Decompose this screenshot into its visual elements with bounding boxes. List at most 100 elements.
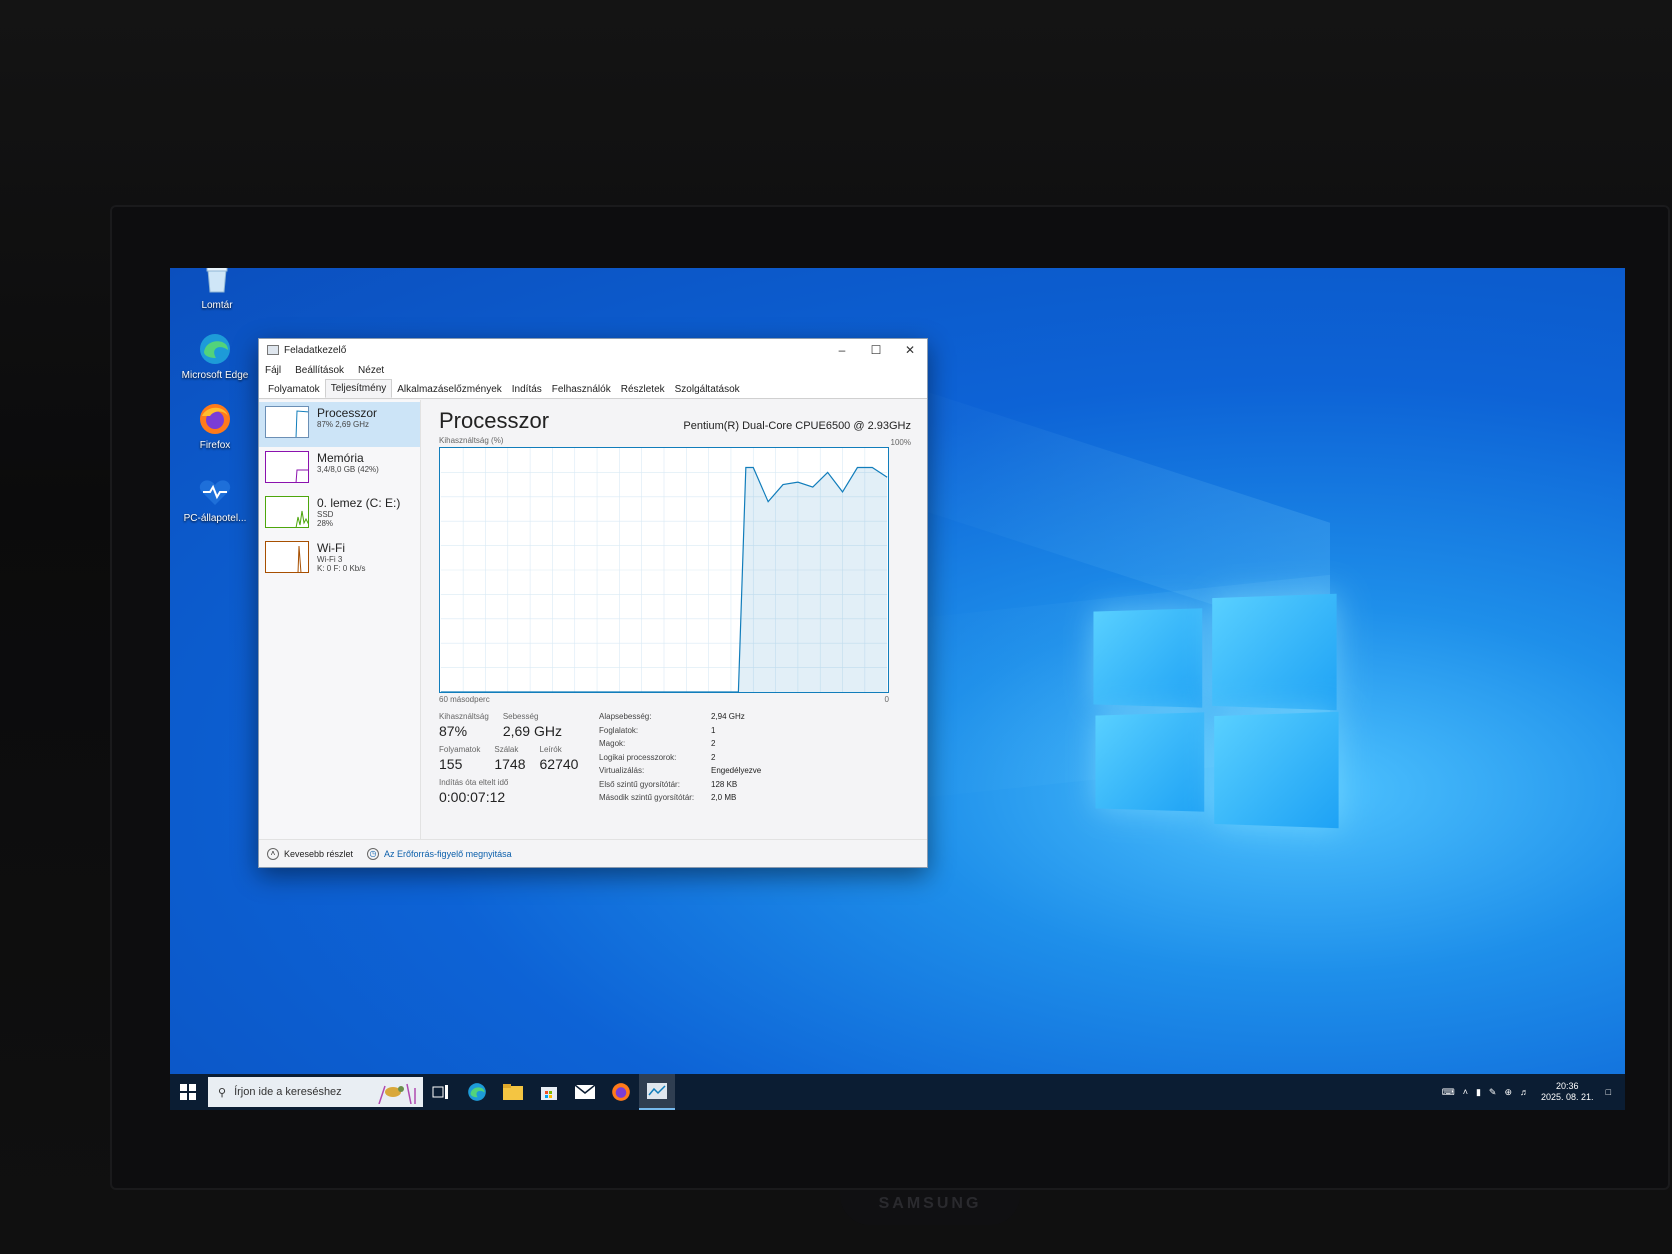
cpu-panel: Processzor Pentium(R) Dual-Core CPUE6500… bbox=[421, 400, 927, 839]
menu-options[interactable]: Beállítások bbox=[295, 365, 344, 376]
edge-icon bbox=[468, 1083, 486, 1101]
sidebar-item-wifi[interactable]: Wi-Fi Wi-Fi 3 K: 0 F: 0 Kb/s bbox=[259, 537, 420, 582]
tab-processes[interactable]: Folyamatok bbox=[263, 381, 325, 398]
performance-sidebar: Processzor 87% 2,69 GHz Memória 3,4/8,0 … bbox=[259, 400, 421, 839]
detail-key: Virtualizálás: bbox=[599, 766, 645, 776]
store-icon bbox=[541, 1087, 557, 1100]
graph-label: Kihasználtság (%) bbox=[439, 436, 504, 445]
processes-label: Folyamatok bbox=[439, 745, 481, 754]
edge-icon bbox=[196, 330, 234, 368]
cpu-details: Alapsebesség: 2,94 GHz Foglalatok: 1 Magok… bbox=[599, 712, 761, 805]
detail-key: Logikai processzorok: bbox=[599, 752, 677, 762]
resource-monitor-icon: ◷ bbox=[367, 847, 380, 860]
clock-date: 2025. 08. 21. bbox=[1541, 1092, 1594, 1102]
sidebar-item-sub: Wi-Fi 3 bbox=[317, 555, 343, 564]
minimize-button[interactable]: – bbox=[825, 339, 859, 361]
windows-logo bbox=[1090, 588, 1350, 848]
resource-monitor-label: Az Erőforrás-figyelő megnyitása bbox=[384, 848, 512, 859]
taskbar: ⚲ Írjon ide a kereséshez ⌨ ˄ ▮ ✎ ⊕ ♬ 20:… bbox=[170, 1074, 1625, 1110]
cpu-stats: Kihasználtság 87% Sebesség 2,69 GHz Foly… bbox=[439, 712, 911, 805]
tab-details[interactable]: Részletek bbox=[616, 381, 670, 398]
taskbar-task-manager-button[interactable] bbox=[639, 1074, 675, 1110]
detail-value: 2,0 MB bbox=[711, 793, 737, 803]
volume-icon[interactable]: ♬ bbox=[1520, 1087, 1529, 1097]
recycle-bin-icon bbox=[198, 268, 236, 298]
processes-value: 155 bbox=[439, 756, 463, 772]
detail-key: Magok: bbox=[599, 739, 626, 749]
close-button[interactable]: ✕ bbox=[893, 339, 927, 361]
graph-min-label: 0 bbox=[884, 695, 889, 704]
sidebar-item-sub: SSD bbox=[317, 510, 334, 519]
detail-value: 2 bbox=[711, 752, 716, 762]
tab-app-history[interactable]: Alkalmazáselőzmények bbox=[392, 381, 507, 398]
taskbar-mail-button[interactable] bbox=[567, 1074, 603, 1110]
search-highlight-bird-icon bbox=[378, 1083, 416, 1104]
windows-start-icon bbox=[180, 1084, 196, 1100]
task-manager-icon bbox=[267, 345, 279, 355]
clock[interactable]: 20:36 2025. 08. 21. bbox=[1541, 1081, 1594, 1103]
clock-time: 20:36 bbox=[1556, 1081, 1579, 1091]
utilization-value: 87% bbox=[439, 723, 468, 739]
tab-bar: Folyamatok Teljesítmény Alkalmazáselőzmé… bbox=[259, 379, 927, 399]
desktop-icon-pc-health[interactable]: PC-állapotel... bbox=[180, 473, 250, 524]
sidebar-item-disk[interactable]: 0. lemez (C: E:) SSD 28% bbox=[259, 492, 420, 537]
battery-icon[interactable]: ▮ bbox=[1476, 1087, 1481, 1098]
tab-users[interactable]: Felhasználók bbox=[547, 381, 616, 398]
sidebar-item-memory[interactable]: Memória 3,4/8,0 GB (42%) bbox=[259, 447, 420, 492]
speed-value: 2,69 GHz bbox=[502, 723, 562, 739]
desktop-icon-label: Microsoft Edge bbox=[181, 370, 249, 381]
network-icon[interactable]: ⊕ bbox=[1504, 1087, 1512, 1098]
search-box[interactable]: ⚲ Írjon ide a kereséshez bbox=[208, 1077, 423, 1107]
desktop-icon-recycle-bin[interactable]: Lomtár bbox=[182, 268, 252, 311]
taskbar-explorer-button[interactable] bbox=[495, 1074, 531, 1110]
maximize-button[interactable]: ☐ bbox=[859, 339, 893, 361]
firefox-icon bbox=[612, 1083, 630, 1101]
desktop-icon-label: PC-állapotel... bbox=[183, 513, 247, 524]
handles-value: 62740 bbox=[539, 756, 579, 772]
task-view-button[interactable] bbox=[423, 1074, 459, 1110]
sidebar-item-cpu[interactable]: Processzor 87% 2,69 GHz bbox=[259, 402, 420, 447]
tab-performance[interactable]: Teljesítmény bbox=[324, 379, 393, 398]
mail-icon bbox=[575, 1085, 595, 1099]
desktop-icon-label: Lomtár bbox=[201, 300, 233, 311]
detail-value: 2 bbox=[711, 739, 716, 749]
window-title: Feladatkezelő bbox=[284, 344, 347, 356]
keyboard-layout-icon[interactable]: ⌨ bbox=[1442, 1087, 1455, 1098]
search-placeholder: Írjon ide a kereséshez bbox=[234, 1086, 342, 1098]
taskbar-store-button[interactable] bbox=[531, 1074, 567, 1110]
title-bar[interactable]: Feladatkezelő – ☐ ✕ bbox=[259, 339, 927, 361]
menu-file[interactable]: Fájl bbox=[265, 365, 281, 376]
pen-icon[interactable]: ✎ bbox=[1489, 1087, 1497, 1098]
taskbar-edge-button[interactable] bbox=[459, 1074, 495, 1110]
task-manager-icon bbox=[647, 1083, 667, 1099]
detail-key: Első szintű gyorsítótár: bbox=[599, 779, 680, 789]
firefox-icon bbox=[196, 400, 234, 438]
fewer-details-link[interactable]: Kevesebb részlet bbox=[284, 849, 353, 859]
notification-icon[interactable]: □ bbox=[1606, 1087, 1611, 1097]
detail-key: Alapsebesség: bbox=[599, 712, 652, 721]
task-manager-footer: ˄ Kevesebb részlet ◷ Az Erőforrás-figyel… bbox=[259, 839, 927, 867]
desktop-icon-label: Firefox bbox=[199, 440, 231, 451]
detail-value: 128 KB bbox=[711, 779, 738, 789]
menu-bar: Fájl Beállítások Nézet bbox=[259, 361, 927, 379]
sidebar-item-label: Wi-Fi bbox=[317, 541, 345, 555]
desktop-icon-firefox[interactable]: Firefox bbox=[180, 400, 250, 451]
sidebar-item-label: 0. lemez (C: E:) bbox=[317, 496, 401, 510]
chevron-up-icon: ˄ bbox=[267, 847, 279, 860]
desktop-icon-edge[interactable]: Microsoft Edge bbox=[180, 330, 250, 381]
chevron-up-icon[interactable]: ˄ bbox=[1463, 1087, 1468, 1097]
detail-key: Foglalatok: bbox=[599, 725, 639, 735]
cpu-utilization-graph bbox=[439, 447, 889, 693]
file-explorer-icon bbox=[503, 1084, 523, 1100]
sidebar-item-label: Processzor bbox=[317, 406, 378, 420]
uptime-label: Indítás óta eltelt idő bbox=[439, 778, 509, 787]
taskbar-firefox-button[interactable] bbox=[603, 1074, 639, 1110]
start-button[interactable] bbox=[170, 1074, 206, 1110]
menu-view[interactable]: Nézet bbox=[358, 365, 384, 376]
graph-max-label: 100% bbox=[890, 438, 911, 447]
wifi-thumbnail-graph bbox=[265, 541, 309, 573]
tab-services[interactable]: Szolgáltatások bbox=[670, 381, 745, 398]
open-resource-monitor-link[interactable]: ◷ Az Erőforrás-figyelő megnyitása bbox=[367, 847, 512, 860]
pc-health-icon bbox=[196, 473, 234, 511]
tab-startup[interactable]: Indítás bbox=[507, 381, 547, 398]
